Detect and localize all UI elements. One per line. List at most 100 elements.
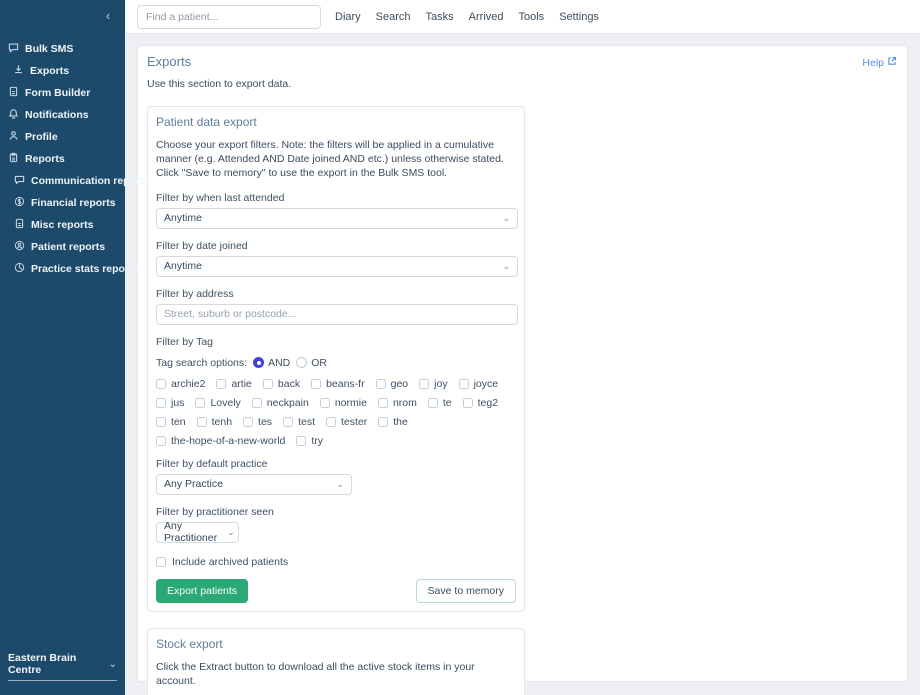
checkbox-icon — [319, 397, 330, 408]
tag-checkbox[interactable]: artie — [216, 377, 252, 390]
chat-icon — [14, 174, 25, 188]
top-menu: Diary Search Tasks Arrived Tools Setting… — [335, 11, 599, 23]
filter-tag-label: Filter by Tag — [156, 335, 213, 348]
menu-item-diary[interactable]: Diary — [335, 11, 361, 23]
tag-checkbox[interactable]: te — [427, 396, 452, 409]
address-input[interactable] — [156, 303, 518, 325]
save-to-memory-button[interactable]: Save to memory — [415, 578, 516, 603]
help-link[interactable]: Help — [862, 56, 897, 69]
checkbox-icon — [326, 416, 336, 427]
chevron-down-icon: ⌄ — [336, 478, 344, 489]
sidebar-item-profile[interactable]: Profile — [0, 126, 125, 148]
external-link-icon — [887, 56, 897, 69]
tag-checkbox[interactable]: try — [296, 435, 323, 447]
checkbox-icon — [196, 416, 207, 427]
tag-checkbox[interactable]: ten — [156, 416, 186, 428]
tag-label: beans-fr — [326, 377, 365, 390]
card-title: Stock export — [156, 636, 223, 651]
tag-label: ten — [171, 415, 186, 428]
person-circle-icon — [14, 240, 25, 254]
sidebar-item-label: Financial reports — [31, 197, 116, 209]
tag-label: geo — [390, 377, 409, 390]
tag-checkbox[interactable]: back — [262, 377, 301, 390]
menu-item-arrived[interactable]: Arrived — [469, 11, 504, 23]
sidebar-item-bulk-sms[interactable]: Bulk SMS — [0, 38, 125, 60]
practice-selector[interactable]: Eastern Brain Centre ⌄ — [8, 652, 117, 681]
chevron-left-icon: ‹ — [105, 7, 111, 23]
page-subtitle: Use this section to export data. — [147, 78, 292, 90]
filter-practitioner-select[interactable]: Any Practitioner ⌄ — [156, 520, 239, 544]
exports-panel: Help Exports Use this section to export … — [137, 45, 908, 695]
tag-checkbox[interactable]: neckpain — [251, 397, 309, 409]
search-input[interactable] — [137, 4, 321, 29]
tag-label: back — [277, 377, 301, 390]
chevron-down-icon: ⌄ — [502, 212, 510, 223]
tag-checkbox[interactable]: normie — [319, 397, 367, 409]
sidebar-item-practice-stats-reports[interactable]: Practice stats reports — [0, 258, 138, 280]
tag-checkbox[interactable]: test — [283, 416, 315, 428]
radio-label: OR — [311, 356, 327, 369]
sidebar-item-communication-reports[interactable]: Communication reports — [0, 170, 149, 192]
sidebar-collapse-button[interactable]: ‹ — [99, 6, 117, 24]
menu-item-tools[interactable]: Tools — [519, 11, 545, 23]
filter-joined-select[interactable]: Anytime ⌄ — [156, 255, 518, 277]
tag-label: te — [442, 396, 452, 409]
tag-label: Lovely — [210, 396, 241, 409]
report-icon — [8, 152, 19, 166]
tag-label: the-hope-of-a-new-world — [171, 434, 286, 447]
checkbox-icon — [262, 378, 273, 389]
tag-and-radio[interactable]: AND — [253, 357, 290, 369]
include-archived-checkbox[interactable]: Include archived patients — [156, 556, 516, 568]
tag-checkbox[interactable]: Lovely — [195, 396, 241, 409]
tag-checkbox[interactable]: tester — [326, 416, 367, 428]
tag-checkbox[interactable]: archie2 — [156, 378, 205, 390]
tag-checkbox[interactable]: joyce — [458, 378, 498, 390]
tag-label: test — [298, 415, 315, 428]
main-content: Help Exports Use this section to export … — [125, 34, 920, 695]
tag-label: artie — [231, 377, 252, 390]
radio-label: AND — [268, 356, 291, 369]
sidebar-item-reports[interactable]: Reports — [0, 148, 125, 170]
checkbox-icon — [156, 378, 166, 389]
sidebar-item-label: Profile — [25, 131, 58, 143]
tag-or-radio[interactable]: OR — [296, 357, 327, 369]
tag-checkbox[interactable]: joy — [419, 378, 448, 390]
tag-checkbox[interactable]: beans-fr — [311, 378, 365, 390]
filter-attended-select[interactable]: Anytime ⌄ — [156, 207, 518, 229]
filter-joined-label: Filter by date joined — [156, 239, 248, 252]
sidebar-item-form-builder[interactable]: Form Builder — [0, 82, 125, 104]
tag-checkbox[interactable]: nrom — [377, 397, 417, 409]
select-value: Anytime — [164, 260, 202, 273]
checkbox-icon — [216, 378, 227, 389]
filter-practice-select[interactable]: Any Practice ⌄ — [156, 473, 352, 495]
sidebar-item-patient-reports[interactable]: Patient reports — [0, 236, 125, 258]
checkbox-icon — [156, 556, 166, 567]
tag-label: tes — [258, 415, 273, 428]
checkbox-icon — [462, 397, 473, 408]
checkbox-icon — [156, 397, 166, 408]
tag-checkbox[interactable]: teg2 — [462, 397, 498, 409]
tag-checkbox[interactable]: tenh — [196, 416, 232, 428]
menu-item-search[interactable]: Search — [376, 11, 411, 23]
card-description: Choose your export filters. Note: the fi… — [156, 139, 504, 180]
sidebar-item-financial-reports[interactable]: Financial reports — [0, 192, 125, 214]
tag-checkbox[interactable]: geo — [375, 377, 409, 390]
document-icon — [14, 218, 25, 232]
filter-practice-label: Filter by default practice — [156, 457, 268, 470]
menu-item-tasks[interactable]: Tasks — [426, 11, 454, 23]
download-icon — [13, 64, 24, 78]
menu-item-settings[interactable]: Settings — [559, 11, 599, 23]
radio-checked-icon — [253, 357, 265, 369]
sidebar-item-label: Patient reports — [31, 241, 106, 253]
sidebar-item-notifications[interactable]: Notifications — [0, 104, 125, 126]
tag-checkbox[interactable]: the — [378, 416, 408, 428]
checkbox-icon — [283, 416, 294, 427]
sidebar-item-label: Reports — [25, 153, 65, 165]
tag-checkbox[interactable]: the-hope-of-a-new-world — [156, 435, 285, 447]
export-patients-button[interactable]: Export patients — [156, 578, 249, 603]
sidebar-item-misc-reports[interactable]: Misc reports — [0, 214, 125, 236]
checkbox-icon — [311, 378, 322, 389]
sidebar-item-exports[interactable]: Exports — [0, 60, 125, 82]
tag-checkbox[interactable]: jus — [156, 397, 184, 409]
tag-checkbox[interactable]: tes — [243, 416, 272, 428]
